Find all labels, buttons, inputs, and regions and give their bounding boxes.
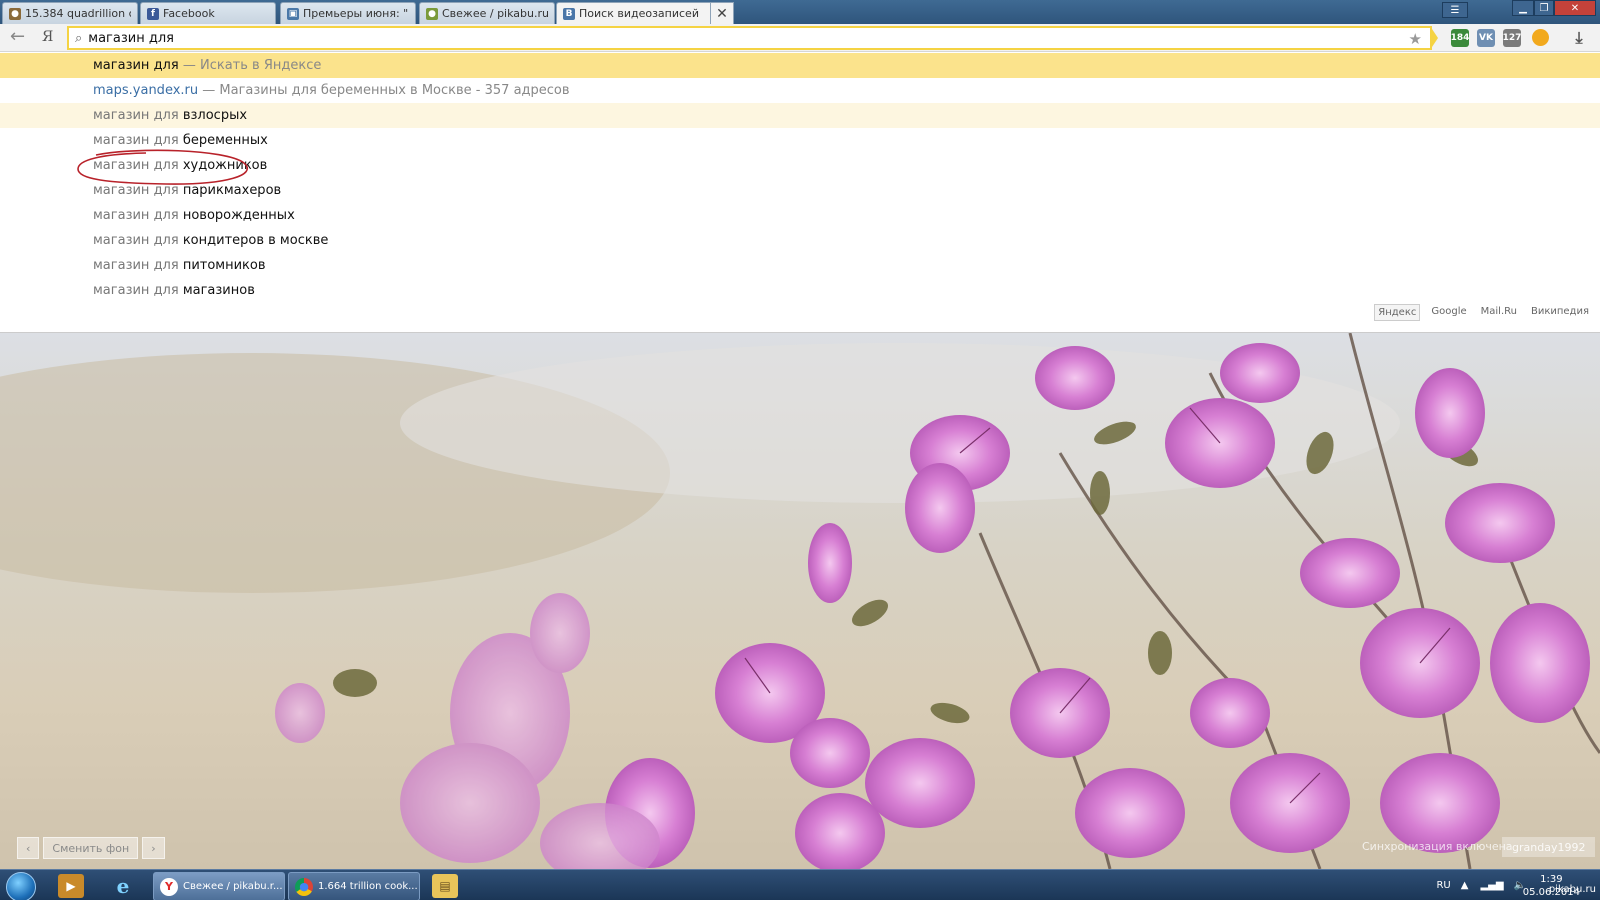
tab-title: 15.384 quadrillion coo xyxy=(25,7,131,20)
suggest-search-action: Искать в Яндексе xyxy=(199,58,322,73)
tab-cookies[interactable]: ● 15.384 quadrillion coo xyxy=(2,2,138,24)
suggest-item[interactable]: магазин для питомников xyxy=(0,253,1600,278)
menu-button[interactable]: ☰ xyxy=(1442,2,1468,18)
suggest-dash: — xyxy=(182,58,196,73)
calendar-extension-count: 127 xyxy=(1502,33,1522,43)
close-icon: ✕ xyxy=(716,5,728,22)
vk-extension-label: VK xyxy=(1479,33,1493,43)
suggest-maps-site: maps.yandex.ru xyxy=(93,83,199,98)
sync-status: Синхронизация включена xyxy=(1362,840,1513,853)
taskbar-chrome[interactable]: ● 1.664 trillion cook... xyxy=(288,872,420,900)
address-bar-input[interactable]: магазин для xyxy=(88,31,174,46)
suggest-item[interactable]: магазин для взлосрых xyxy=(0,103,1600,128)
taskbar-yandex-browser[interactable]: Y Свежее / pikabu.r... xyxy=(153,872,285,900)
hamburger-icon: ☰ xyxy=(1450,4,1460,16)
orange-circle-icon[interactable] xyxy=(1532,29,1549,46)
red-circle-annotation xyxy=(77,149,248,185)
download-icon[interactable]: ⤓ xyxy=(1570,28,1588,47)
tab-title: Премьеры июня: "Гр xyxy=(303,7,409,20)
browser-toolbar: ← Я ⌕ магазин для ★ 184 VK 127 ⤓ xyxy=(0,24,1600,52)
engine-google[interactable]: Google xyxy=(1428,304,1469,321)
restore-icon: ❐ xyxy=(1539,2,1549,14)
tab-title: Facebook xyxy=(163,7,215,20)
flowers-image xyxy=(0,333,1600,869)
network-signal-icon[interactable]: ▂▄▆ xyxy=(1480,880,1503,891)
explorer-folder-icon[interactable]: ▤ xyxy=(432,874,458,898)
close-tab-button[interactable]: ✕ xyxy=(710,2,734,24)
search-icon: ⌕ xyxy=(75,30,83,46)
tab-pikabu[interactable]: ● Свежее / pikabu.ru - E xyxy=(419,2,555,24)
taskbar-task-label: Свежее / pikabu.r... xyxy=(183,881,283,892)
suggest-completion: новорожденных xyxy=(182,208,295,223)
media-player-icon[interactable]: ▶ xyxy=(58,874,84,898)
suggest-completion: магазинов xyxy=(182,283,255,298)
engine-yandex[interactable]: Яндекс xyxy=(1374,304,1421,321)
kinopoisk-icon: ▣ xyxy=(287,7,299,20)
suggest-completion: кондитеров в москве xyxy=(182,233,329,248)
change-background-controls: ‹ Сменить фон › xyxy=(17,837,165,859)
window-close-button[interactable]: ✕ xyxy=(1554,0,1596,16)
prev-background-button[interactable]: ‹ xyxy=(17,837,40,859)
next-background-button[interactable]: › xyxy=(142,837,165,859)
address-bar[interactable]: ⌕ магазин для ★ xyxy=(67,26,1432,50)
close-icon: ✕ xyxy=(1570,2,1580,14)
suggest-maps-row[interactable]: maps.yandex.ru — Магазины для беременных… xyxy=(0,78,1600,103)
minimize-button[interactable]: ▁ xyxy=(1512,0,1534,16)
suggest-completion: беременных xyxy=(182,133,268,148)
engine-wikipedia[interactable]: Википедия xyxy=(1528,304,1592,321)
engine-mailru[interactable]: Mail.Ru xyxy=(1478,304,1520,321)
tab-title: Свежее / pikabu.ru - E xyxy=(442,7,548,20)
suggest-dash: — xyxy=(202,83,216,98)
change-background-button[interactable]: Сменить фон xyxy=(43,837,139,859)
pikabu-icon: ● xyxy=(426,7,438,20)
yandex-browser-icon: Y xyxy=(160,877,178,896)
search-engine-switcher: Яндекс Google Mail.Ru Википедия xyxy=(1374,304,1592,321)
yandex-logo[interactable]: Я xyxy=(42,29,53,45)
vk-extension-icon[interactable]: VK xyxy=(1477,29,1495,47)
suggest-dropdown: магазин для — Искать в Яндексе maps.yand… xyxy=(0,52,1600,333)
address-bar-arrow xyxy=(1430,26,1438,50)
suggest-completion: взлосрых xyxy=(182,108,248,123)
mail-badge-count: 184 xyxy=(1450,33,1470,43)
back-button[interactable]: ← xyxy=(10,28,25,46)
windows-taskbar: ▶ e Y Свежее / pikabu.r... ● 1.664 trill… xyxy=(0,869,1600,900)
facebook-icon: f xyxy=(147,7,159,20)
suggest-prefix: магазин для xyxy=(93,108,179,123)
tab-vk-video[interactable]: B Поиск видеозаписей xyxy=(556,2,714,24)
user-account-chip[interactable]: granday1992 xyxy=(1502,837,1596,857)
suggest-prefix: магазин для xyxy=(93,258,179,273)
pikabu-watermark: pikabu.ru xyxy=(1548,884,1596,895)
suggest-item[interactable]: магазин для новорожденных xyxy=(0,203,1600,228)
start-button[interactable] xyxy=(6,872,36,900)
calendar-extension-icon[interactable]: 127 xyxy=(1503,29,1521,47)
show-hidden-icons-icon[interactable]: ▲ xyxy=(1461,880,1469,891)
suggest-prefix: магазин для xyxy=(93,133,179,148)
cookie-icon: ● xyxy=(9,7,21,20)
bookmark-star-icon[interactable]: ★ xyxy=(1409,30,1422,48)
suggest-item[interactable]: магазин для кондитеров в москве xyxy=(0,228,1600,253)
suggest-search-row[interactable]: магазин для — Искать в Яндексе xyxy=(0,53,1600,78)
mail-badge-icon[interactable]: 184 xyxy=(1451,29,1469,47)
vk-icon: B xyxy=(563,7,575,20)
tab-title: Поиск видеозаписей xyxy=(579,7,699,20)
chrome-icon: ● xyxy=(295,877,313,896)
suggest-item[interactable]: магазин для магазинов xyxy=(0,278,1600,303)
internet-explorer-icon[interactable]: e xyxy=(110,874,136,898)
suggest-completion: питомников xyxy=(182,258,266,273)
minimize-icon: ▁ xyxy=(1519,2,1527,14)
suggest-prefix: магазин для xyxy=(93,283,179,298)
tab-strip: ● 15.384 quadrillion coo f Facebook ▣ Пр… xyxy=(0,0,1600,24)
tab-facebook[interactable]: f Facebook xyxy=(140,2,276,24)
tab-premieres[interactable]: ▣ Премьеры июня: "Гр xyxy=(280,2,416,24)
suggest-prefix: магазин для xyxy=(93,208,179,223)
suggest-prefix: магазин для xyxy=(93,233,179,248)
suggest-query: магазин для xyxy=(93,58,179,73)
language-indicator[interactable]: RU xyxy=(1436,880,1450,891)
maximize-button[interactable]: ❐ xyxy=(1534,0,1554,16)
suggest-maps-text: Магазины для беременных в Москве - 357 а… xyxy=(219,83,570,98)
taskbar-task-label: 1.664 trillion cook... xyxy=(318,881,418,892)
background-photo xyxy=(0,333,1600,869)
back-arrow-icon: ← xyxy=(10,26,26,47)
